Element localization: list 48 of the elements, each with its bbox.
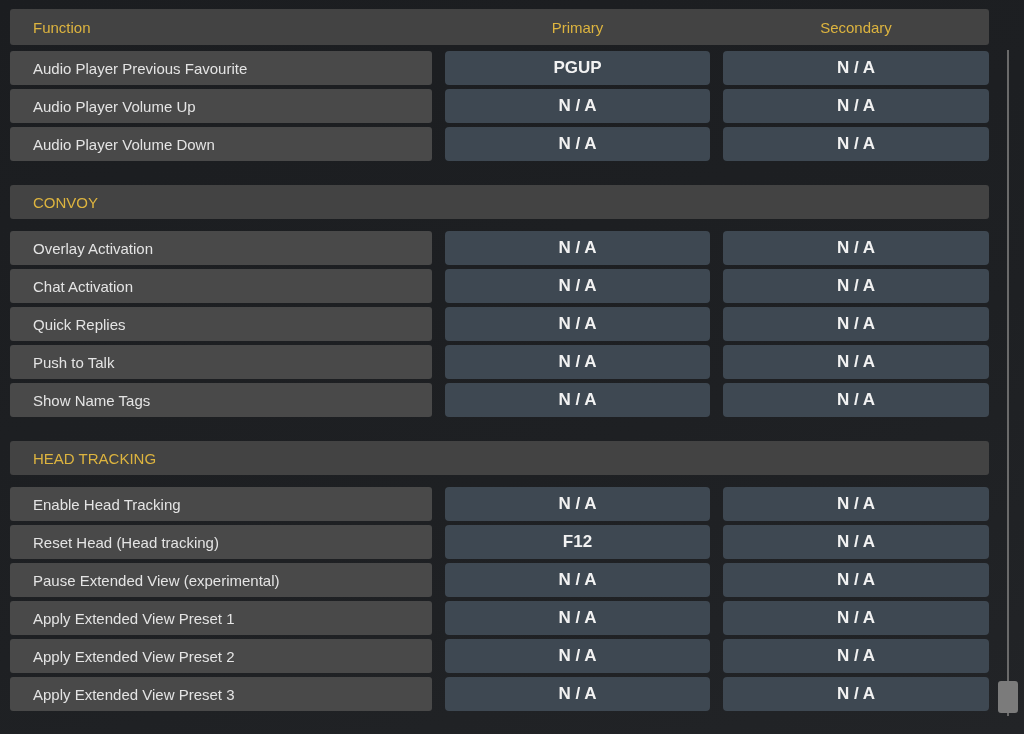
primary-key-button[interactable]: N / A — [445, 677, 710, 711]
function-label: Reset Head (Head tracking) — [10, 525, 432, 559]
function-label: Audio Player Previous Favourite — [10, 51, 432, 85]
function-label: Quick Replies — [10, 307, 432, 341]
primary-key-button[interactable]: N / A — [445, 345, 710, 379]
secondary-key-button[interactable]: N / A — [723, 487, 989, 521]
function-label: Audio Player Volume Up — [10, 89, 432, 123]
primary-key-button[interactable]: N / A — [445, 383, 710, 417]
primary-key-button[interactable]: PGUP — [445, 51, 710, 85]
secondary-key-button[interactable]: N / A — [723, 563, 989, 597]
primary-key-button[interactable]: N / A — [445, 307, 710, 341]
function-label: Audio Player Volume Down — [10, 127, 432, 161]
scrollbar-thumb[interactable] — [998, 681, 1018, 713]
primary-key-button[interactable]: N / A — [445, 563, 710, 597]
secondary-key-button[interactable]: N / A — [723, 89, 989, 123]
function-label: Apply Extended View Preset 2 — [10, 639, 432, 673]
secondary-key-button[interactable]: N / A — [723, 639, 989, 673]
secondary-key-button[interactable]: N / A — [723, 525, 989, 559]
primary-key-button[interactable]: N / A — [445, 269, 710, 303]
secondary-key-button[interactable]: N / A — [723, 127, 989, 161]
function-label: Push to Talk — [10, 345, 432, 379]
primary-key-button[interactable]: N / A — [445, 89, 710, 123]
secondary-key-button[interactable]: N / A — [723, 269, 989, 303]
function-label: Apply Extended View Preset 1 — [10, 601, 432, 635]
secondary-key-button[interactable]: N / A — [723, 51, 989, 85]
primary-key-button[interactable]: N / A — [445, 231, 710, 265]
primary-key-button[interactable]: N / A — [445, 487, 710, 521]
section-title: HEAD TRACKING — [33, 449, 157, 467]
column-header: Function — [32, 18, 91, 36]
primary-key-button[interactable]: N / A — [445, 639, 710, 673]
primary-key-button[interactable]: F12 — [445, 525, 710, 559]
function-label: Show Name Tags — [10, 383, 432, 417]
primary-key-button[interactable]: N / A — [445, 127, 710, 161]
secondary-key-button[interactable]: N / A — [723, 677, 989, 711]
column-header: Primary — [551, 18, 604, 36]
secondary-key-button[interactable]: N / A — [723, 307, 989, 341]
secondary-key-button[interactable]: N / A — [723, 383, 989, 417]
secondary-key-button[interactable]: N / A — [723, 601, 989, 635]
primary-key-button[interactable]: N / A — [445, 601, 710, 635]
function-label: Enable Head Tracking — [10, 487, 432, 521]
section-title: CONVOY — [33, 193, 98, 211]
function-label: Apply Extended View Preset 3 — [10, 677, 432, 711]
function-label: Pause Extended View (experimental) — [10, 563, 432, 597]
secondary-key-button[interactable]: N / A — [723, 231, 989, 265]
function-label: Chat Activation — [10, 269, 432, 303]
secondary-key-button[interactable]: N / A — [723, 345, 989, 379]
column-header: Secondary — [820, 18, 892, 36]
function-label: Overlay Activation — [10, 231, 432, 265]
